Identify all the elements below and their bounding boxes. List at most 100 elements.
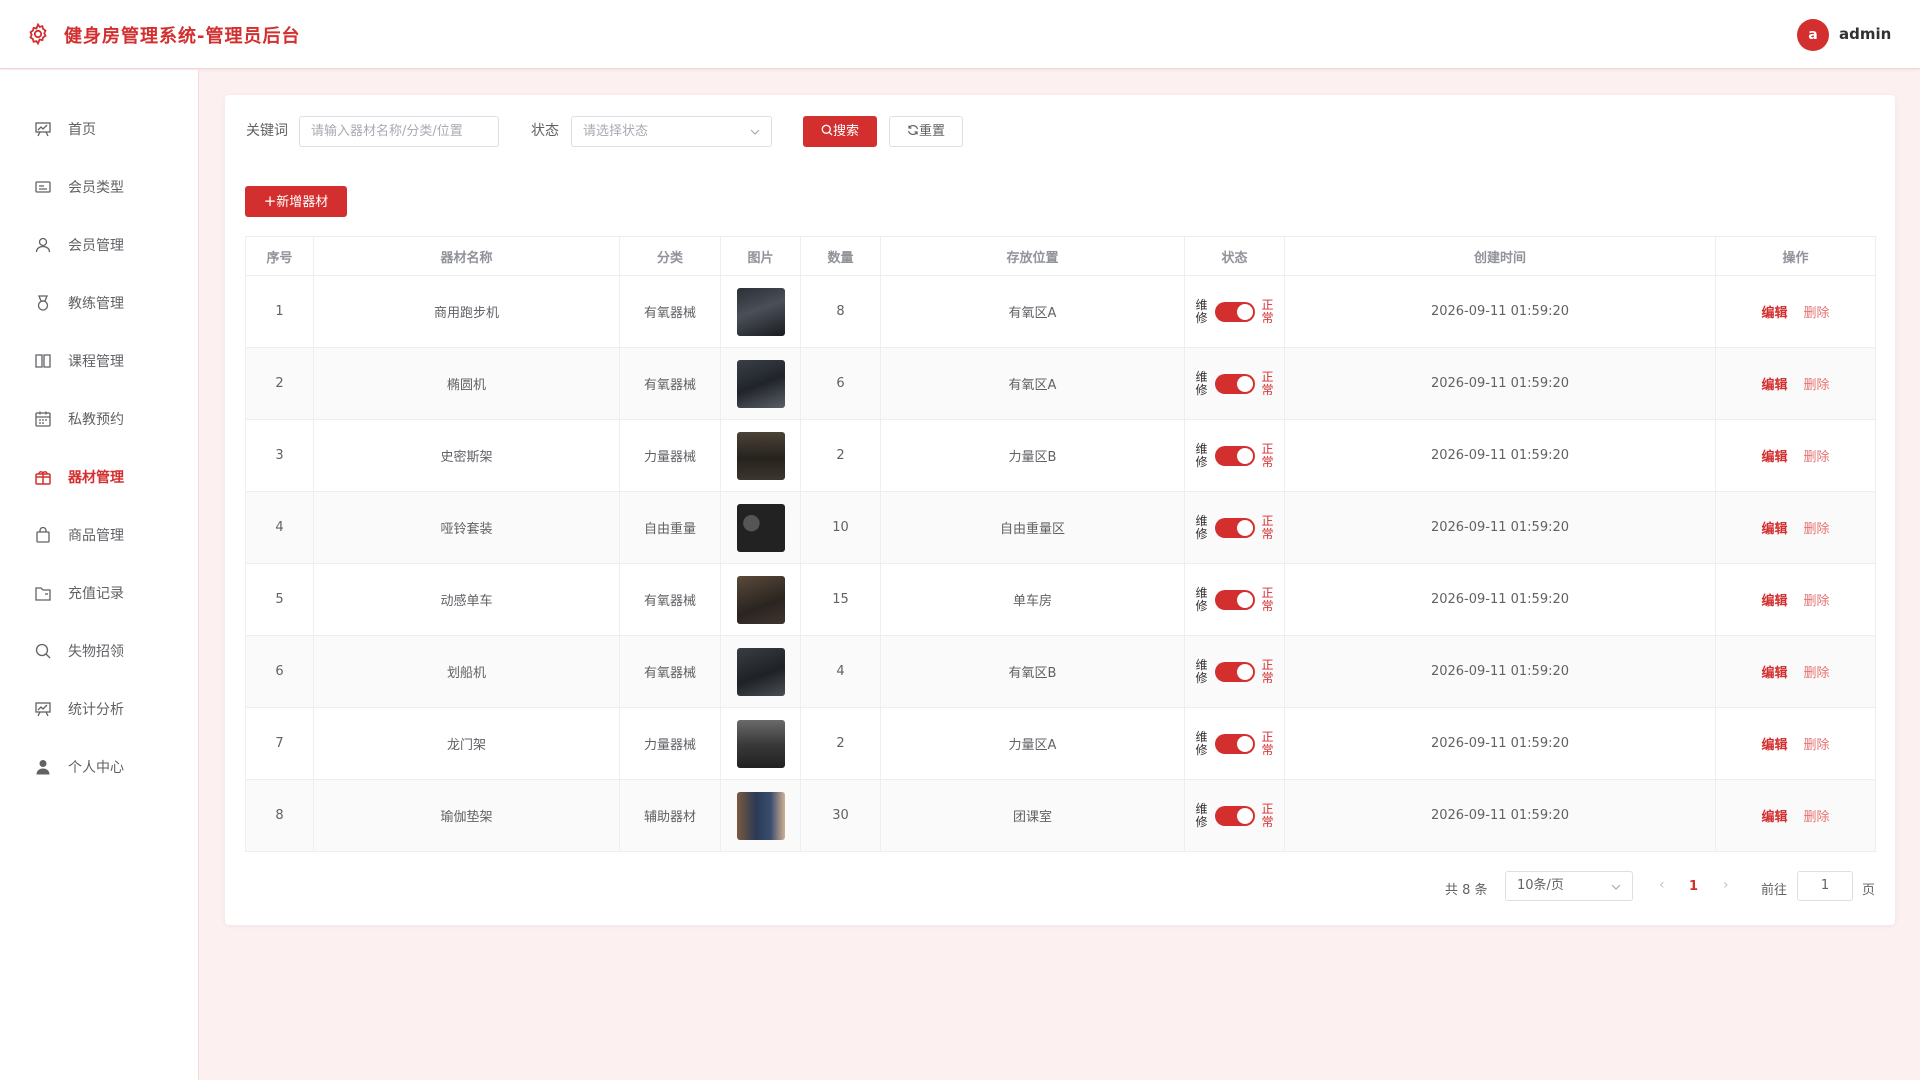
equipment-thumbnail[interactable] bbox=[736, 791, 785, 840]
sidebar-item-label: 失物招领 bbox=[68, 644, 124, 660]
equipment-thumbnail[interactable] bbox=[736, 647, 785, 696]
sidebar-item-label: 商品管理 bbox=[68, 528, 124, 544]
keyword-input[interactable]: 请输入器材名称/分类/位置 bbox=[299, 116, 499, 147]
switch-off-text: 维修 bbox=[1195, 729, 1208, 757]
cell-location: 有氧区B bbox=[880, 635, 1185, 708]
cell-actions: 编辑 删除 bbox=[1715, 707, 1876, 780]
equipment-thumbnail[interactable] bbox=[736, 503, 785, 552]
next-page-button[interactable]: › bbox=[1723, 877, 1729, 893]
delete-button[interactable]: 删除 bbox=[1804, 378, 1830, 393]
cell-image bbox=[720, 275, 801, 348]
reset-button[interactable]: 重置 bbox=[889, 116, 963, 147]
equipment-thumbnail[interactable] bbox=[736, 287, 785, 336]
status-switch[interactable] bbox=[1214, 445, 1255, 466]
refresh-icon bbox=[907, 124, 919, 136]
sidebar-item-coaches[interactable]: 教练管理 bbox=[0, 274, 198, 332]
status-select[interactable]: 请选择状态 bbox=[571, 116, 772, 147]
delete-button[interactable]: 删除 bbox=[1804, 810, 1830, 825]
equipment-thumbnail[interactable] bbox=[736, 719, 785, 768]
edit-button[interactable]: 编辑 bbox=[1761, 810, 1787, 825]
edit-button[interactable]: 编辑 bbox=[1761, 522, 1787, 537]
sidebar-item-members[interactable]: 会员管理 bbox=[0, 216, 198, 274]
pager-total: 共 8 条 bbox=[1445, 883, 1488, 898]
edit-button[interactable]: 编辑 bbox=[1761, 666, 1787, 681]
delete-button[interactable]: 删除 bbox=[1804, 450, 1830, 465]
edit-button[interactable]: 编辑 bbox=[1761, 738, 1787, 753]
username[interactable]: admin bbox=[1839, 25, 1891, 43]
avatar[interactable]: a bbox=[1797, 19, 1829, 51]
cell-name: 哑铃套装 bbox=[313, 491, 620, 564]
column-header: 分类 bbox=[619, 236, 721, 276]
sidebar-item-profile[interactable]: 个人中心 bbox=[0, 738, 198, 796]
edit-button[interactable]: 编辑 bbox=[1761, 594, 1787, 609]
cell-actions: 编辑 删除 bbox=[1715, 635, 1876, 708]
folder-icon bbox=[35, 587, 51, 601]
status-switch[interactable] bbox=[1214, 373, 1255, 394]
cell-status: 维修 正常 bbox=[1184, 491, 1285, 564]
cell-no: 3 bbox=[245, 419, 314, 492]
sidebar-item-equipment[interactable]: 器材管理 bbox=[0, 448, 198, 506]
sidebar-item-label: 私教预约 bbox=[68, 412, 124, 428]
equipment-thumbnail[interactable] bbox=[736, 431, 785, 480]
delete-button[interactable]: 删除 bbox=[1804, 594, 1830, 609]
table-row: 7 龙门架 力量器械 2 力量区A 维修 正常 2026-09-11 01:59:20 编辑 删除 bbox=[245, 707, 1876, 780]
search-icon bbox=[821, 124, 833, 136]
sidebar-item-label: 统计分析 bbox=[68, 702, 124, 718]
switch-off-text: 维修 bbox=[1195, 657, 1208, 685]
cell-image bbox=[720, 779, 801, 852]
sidebar-item-courses[interactable]: 课程管理 bbox=[0, 332, 198, 390]
status-switch[interactable] bbox=[1214, 301, 1255, 322]
edit-button[interactable]: 编辑 bbox=[1761, 306, 1787, 321]
page-suffix: 页 bbox=[1862, 883, 1876, 898]
sidebar-item-member-types[interactable]: 会员类型 bbox=[0, 158, 198, 216]
equipment-thumbnail[interactable] bbox=[736, 359, 785, 408]
delete-button[interactable]: 删除 bbox=[1804, 738, 1830, 753]
chevron-down-icon bbox=[1611, 884, 1621, 890]
cell-no: 8 bbox=[245, 779, 314, 852]
person-icon bbox=[36, 760, 50, 775]
cell-image bbox=[720, 491, 801, 564]
cell-no: 2 bbox=[245, 347, 314, 420]
sidebar-item-recharges[interactable]: 充值记录 bbox=[0, 564, 198, 622]
switch-on-text: 正常 bbox=[1261, 369, 1274, 397]
page-size-select[interactable]: 10条/页 bbox=[1505, 871, 1633, 901]
sidebar-item-home[interactable]: 首页 bbox=[0, 100, 198, 158]
cell-actions: 编辑 删除 bbox=[1715, 419, 1876, 492]
status-switch[interactable] bbox=[1214, 733, 1255, 754]
app-title: 健身房管理系统-管理员后台 bbox=[64, 26, 301, 47]
delete-button[interactable]: 删除 bbox=[1804, 666, 1830, 681]
status-switch[interactable] bbox=[1214, 805, 1255, 826]
cell-image bbox=[720, 707, 801, 780]
add-equipment-button[interactable]: +新增器材 bbox=[245, 186, 347, 217]
status-switch[interactable] bbox=[1214, 589, 1255, 610]
bag-icon bbox=[36, 526, 50, 543]
status-switch[interactable] bbox=[1214, 661, 1255, 682]
cell-status: 维修 正常 bbox=[1184, 347, 1285, 420]
equipment-thumbnail[interactable] bbox=[736, 575, 785, 624]
table-row: 3 史密斯架 力量器械 2 力量区B 维修 正常 2026-09-11 01:59:20 编辑 删… bbox=[245, 419, 1876, 492]
cell-qty: 10 bbox=[800, 491, 881, 564]
sidebar-item-label: 会员类型 bbox=[68, 180, 124, 196]
sidebar-item-bookings[interactable]: 私教预约 bbox=[0, 390, 198, 448]
edit-button[interactable]: 编辑 bbox=[1761, 450, 1787, 465]
cell-created: 2026-09-11 01:59:20 bbox=[1284, 779, 1716, 852]
status-switch[interactable] bbox=[1214, 517, 1255, 538]
delete-button[interactable]: 删除 bbox=[1804, 306, 1830, 321]
sidebar-item-stats[interactable]: 统计分析 bbox=[0, 680, 198, 738]
cell-created: 2026-09-11 01:59:20 bbox=[1284, 707, 1716, 780]
sidebar-item-products[interactable]: 商品管理 bbox=[0, 506, 198, 564]
sidebar-item-lost-found[interactable]: 失物招领 bbox=[0, 622, 198, 680]
switch-off-text: 维修 bbox=[1195, 513, 1208, 541]
goto-page-input[interactable]: 1 bbox=[1797, 871, 1853, 901]
cell-status: 维修 正常 bbox=[1184, 275, 1285, 348]
edit-button[interactable]: 编辑 bbox=[1761, 378, 1787, 393]
gear-icon bbox=[29, 22, 47, 46]
delete-button[interactable]: 删除 bbox=[1804, 522, 1830, 537]
page-number-current[interactable]: 1 bbox=[1689, 879, 1698, 894]
cell-location: 单车房 bbox=[880, 563, 1185, 636]
search-button[interactable]: 搜索 bbox=[803, 116, 877, 147]
box-icon bbox=[35, 471, 51, 485]
table-row: 1 商用跑步机 有氧器械 8 有氧区A 维修 正常 2026-09-11 01:59:20 编辑… bbox=[245, 275, 1876, 348]
prev-page-button[interactable]: ‹ bbox=[1659, 877, 1665, 893]
switch-on-text: 正常 bbox=[1261, 801, 1274, 829]
